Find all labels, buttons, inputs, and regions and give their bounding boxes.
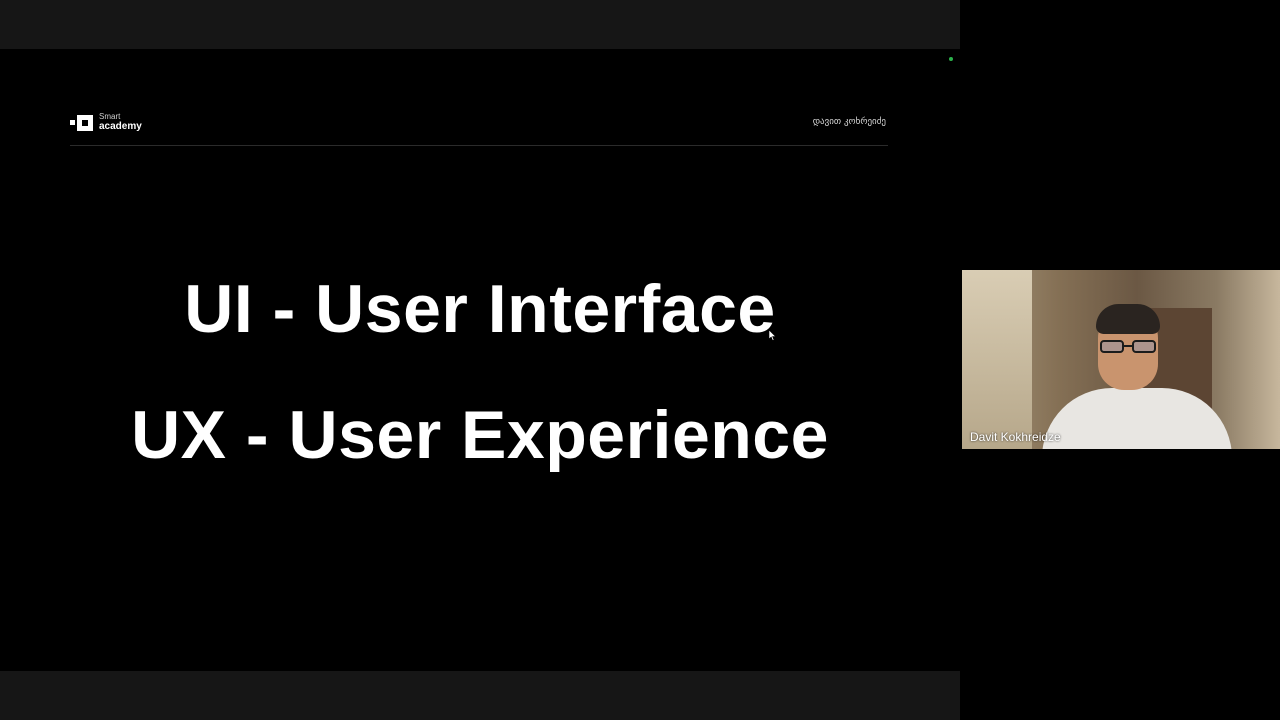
smart-academy-logo: Smart academy	[70, 113, 142, 132]
meeting-bottom-bar	[0, 671, 960, 720]
slide-presenter-label: დავით კოხრეიძე	[812, 117, 886, 127]
participant-name-label: Davit Kokhreidze	[970, 430, 1061, 444]
video-background-wall	[962, 270, 1032, 449]
participant-video-person	[1042, 300, 1232, 449]
logo-line-2: academy	[99, 121, 142, 132]
logo-line-1: Smart	[99, 112, 121, 121]
mouse-cursor-icon	[769, 330, 777, 341]
slide-title-ux: UX - User Experience	[131, 397, 829, 473]
header-divider	[70, 145, 888, 146]
meeting-top-bar	[0, 0, 960, 49]
logo-text: Smart academy	[99, 113, 142, 132]
glasses-icon	[1100, 340, 1158, 354]
logo-mark-icon	[70, 114, 94, 132]
slide-title-ui: UI - User Interface	[184, 271, 776, 347]
slide-header: Smart academy დავით კოხრეიძე	[70, 110, 888, 146]
active-indicator-dot	[949, 57, 953, 61]
participant-video-tile[interactable]: Davit Kokhreidze	[962, 270, 1280, 449]
